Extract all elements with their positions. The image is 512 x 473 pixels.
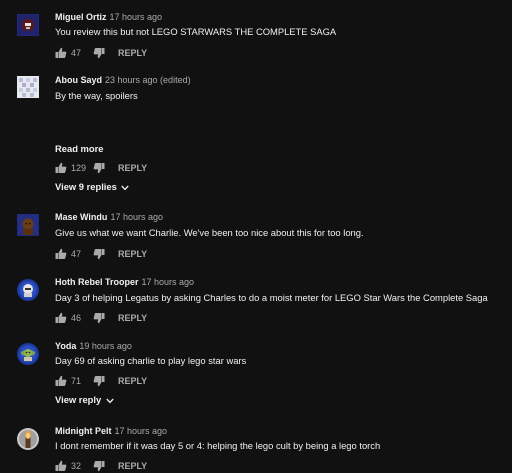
comment-timestamp[interactable]: 19 hours ago bbox=[79, 341, 132, 351]
like-count: 32 bbox=[71, 461, 82, 471]
chevron-down-icon bbox=[106, 398, 114, 404]
view-replies-label: View reply bbox=[55, 394, 102, 405]
chevron-down-icon bbox=[121, 185, 130, 191]
reply-button[interactable]: REPLY bbox=[118, 460, 147, 472]
thumbs-up-icon[interactable] bbox=[55, 47, 67, 59]
yoda-avatar-icon[interactable] bbox=[17, 343, 39, 365]
reply-button[interactable]: REPLY bbox=[118, 312, 147, 324]
thumbs-up-icon[interactable] bbox=[55, 460, 67, 472]
lego-torch-avatar-icon[interactable] bbox=[17, 428, 39, 450]
comment-author[interactable]: Mase Windu bbox=[55, 212, 107, 222]
comment-text: I dont remember if it was day 5 or 4: he… bbox=[55, 440, 381, 451]
thumbs-down-icon[interactable] bbox=[93, 375, 105, 387]
comment-timestamp[interactable]: 17 hours ago bbox=[115, 426, 168, 436]
thumbs-down-icon[interactable] bbox=[93, 460, 105, 472]
reply-button[interactable]: REPLY bbox=[118, 248, 147, 260]
like-count: 71 bbox=[71, 376, 82, 386]
comment-text: Day 69 of asking charlie to play lego st… bbox=[55, 355, 247, 366]
lego-figure-avatar-icon[interactable] bbox=[17, 214, 39, 236]
thumbs-up-icon[interactable] bbox=[55, 162, 67, 174]
view-replies-button[interactable]: View 9 replies bbox=[55, 181, 130, 193]
thumbs-down-icon[interactable] bbox=[93, 248, 105, 260]
comment-text: Day 3 of helping Legatus by asking Charl… bbox=[55, 292, 488, 303]
comment-header: Miguel Ortiz 17 hours ago bbox=[55, 11, 162, 23]
comment-header: Midnight Pelt 17 hours ago bbox=[55, 425, 167, 437]
reply-button[interactable]: REPLY bbox=[118, 162, 147, 174]
thumbs-up-icon[interactable] bbox=[55, 312, 67, 324]
comment-author[interactable]: Yoda bbox=[55, 341, 76, 351]
comment-author[interactable]: Hoth Rebel Trooper bbox=[55, 277, 139, 287]
comment-header: Mase Windu 17 hours ago bbox=[55, 211, 163, 223]
reply-button[interactable]: REPLY bbox=[118, 47, 147, 59]
comment-timestamp[interactable]: 17 hours ago bbox=[142, 277, 195, 287]
thumbs-down-icon[interactable] bbox=[93, 47, 105, 59]
comment-author[interactable]: Midnight Pelt bbox=[55, 426, 112, 436]
comment-timestamp[interactable]: 17 hours ago bbox=[110, 212, 163, 222]
read-more-button[interactable]: Read more bbox=[55, 143, 103, 155]
comment-timestamp[interactable]: 17 hours ago bbox=[110, 12, 163, 22]
comment-author[interactable]: Miguel Ortiz bbox=[55, 12, 107, 22]
pixel-pattern-avatar-icon[interactable] bbox=[17, 76, 39, 98]
like-count: 46 bbox=[71, 313, 82, 323]
thumbs-down-icon[interactable] bbox=[93, 312, 105, 324]
comment-text: By the way, spoilers bbox=[55, 90, 138, 101]
comment-header: Yoda 19 hours ago bbox=[55, 340, 132, 352]
like-count: 47 bbox=[71, 48, 82, 58]
comment-author[interactable]: Abou Sayd bbox=[55, 75, 102, 85]
rebel-trooper-avatar-icon[interactable] bbox=[17, 279, 39, 301]
thumbs-up-icon[interactable] bbox=[55, 375, 67, 387]
comment-header: Abou Sayd 23 hours ago (edited) bbox=[55, 74, 191, 86]
comment-text: Give us what we want Charlie. We've been… bbox=[55, 227, 364, 238]
comment-text: You review this but not LEGO STARWARS TH… bbox=[55, 26, 337, 37]
comment-header: Hoth Rebel Trooper 17 hours ago bbox=[55, 276, 194, 288]
stormtrooper-avatar-icon[interactable] bbox=[17, 14, 39, 36]
thumbs-down-icon[interactable] bbox=[93, 162, 105, 174]
comment-timestamp[interactable]: 23 hours ago (edited) bbox=[105, 75, 191, 85]
like-count: 129 bbox=[71, 163, 87, 173]
thumbs-up-icon[interactable] bbox=[55, 248, 67, 260]
reply-button[interactable]: REPLY bbox=[118, 375, 147, 387]
view-replies-button[interactable]: View reply bbox=[55, 394, 114, 406]
view-replies-label: View 9 replies bbox=[55, 181, 117, 192]
like-count: 47 bbox=[71, 249, 82, 259]
